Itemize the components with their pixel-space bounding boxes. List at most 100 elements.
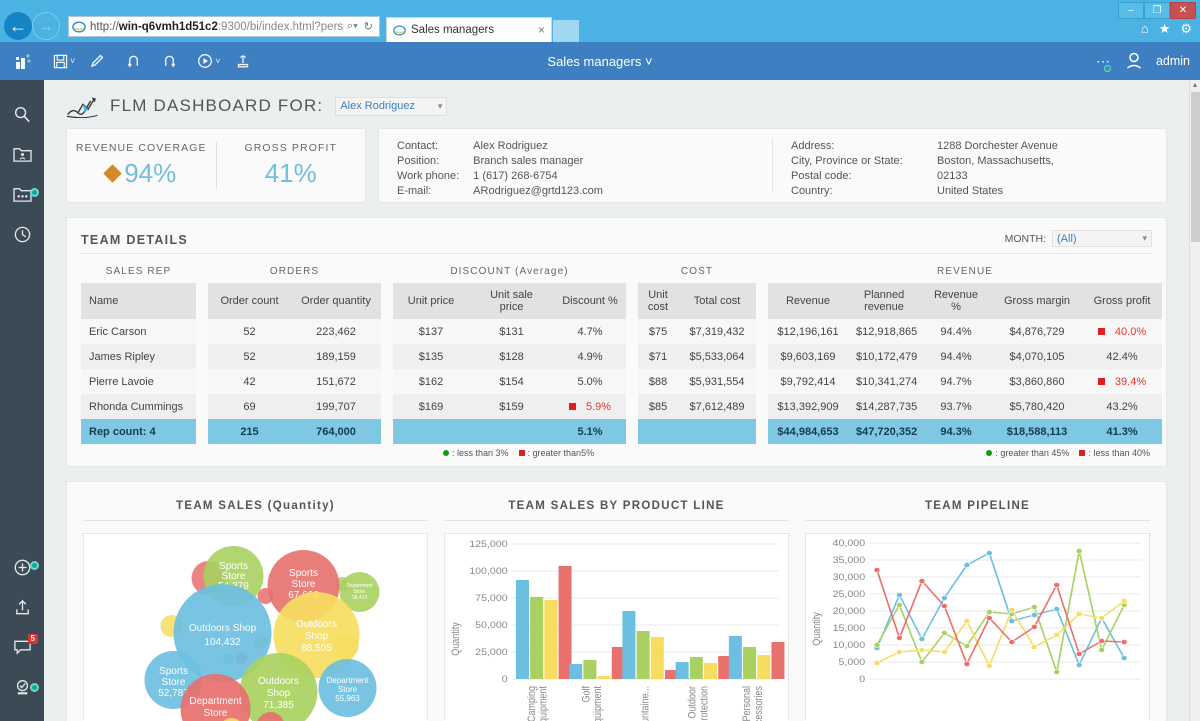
bar-chart[interactable]: Quantity 125,000 100,000 75,000 50,000 2… xyxy=(444,533,789,721)
column-header-planned-revenue[interactable]: Planned revenue xyxy=(848,283,920,319)
user-name-label[interactable]: admin xyxy=(1156,54,1190,68)
upload-icon[interactable] xyxy=(225,46,261,76)
table-row[interactable]: Eric Carson 52 223,462 $137 $131 4.7% $7… xyxy=(81,319,1162,344)
chevron-down-icon[interactable]: ▾ xyxy=(1142,233,1147,244)
spacer xyxy=(756,394,768,419)
cell-total-unit-cost xyxy=(638,419,678,444)
table-row[interactable]: James Ripley 52 189,159 $135 $128 4.9% $… xyxy=(81,344,1162,369)
info-value: 1 (617) 268-6754 xyxy=(473,169,603,184)
column-header-gross-margin[interactable]: Gross margin xyxy=(992,283,1082,319)
cell-gross-profit: 43.2% xyxy=(1082,394,1162,419)
window-minimize-button[interactable]: – xyxy=(1118,2,1144,19)
cell-unit-cost: $88 xyxy=(638,369,678,394)
chart-team-sales-quantity: TEAM SALES (Quantity) Sports Store xyxy=(75,494,436,721)
month-filter-select[interactable]: (All) ▾ xyxy=(1052,230,1152,247)
column-header-name[interactable]: Name xyxy=(81,283,196,319)
upload-icon[interactable] xyxy=(0,587,44,627)
charts-row: TEAM SALES (Quantity) Sports Store xyxy=(66,481,1167,721)
person-select[interactable]: Alex Rodriguez ▾ xyxy=(335,97,447,116)
redo-icon[interactable] xyxy=(151,46,187,76)
tab-close-icon[interactable]: × xyxy=(538,23,545,37)
run-icon[interactable] xyxy=(187,46,223,76)
search-icon[interactable] xyxy=(0,94,44,134)
pencil-icon[interactable] xyxy=(79,46,115,76)
info-key: Country: xyxy=(791,184,923,199)
discount-legend: : less than 3% : greater than5% xyxy=(443,448,594,458)
spacer xyxy=(196,394,208,419)
scroll-up-icon[interactable]: ▲ xyxy=(1190,80,1200,92)
bubble-label: Shop xyxy=(305,631,329,642)
table-row[interactable]: Pierre Lavoie 42 151,672 $162 $154 5.0% … xyxy=(81,369,1162,394)
cell-gross-profit-value: 40.0% xyxy=(1115,326,1146,338)
recent-icon[interactable] xyxy=(0,214,44,254)
spacer xyxy=(381,344,393,369)
user-avatar-icon[interactable] xyxy=(1124,51,1144,71)
cell-order-quantity: 189,159 xyxy=(291,344,381,369)
address-bar[interactable]: http://win-q6vmh1d51c2:9300/bi/index.htm… xyxy=(68,16,380,37)
back-button[interactable]: ← xyxy=(4,12,32,40)
home-icon[interactable]: ⌂ xyxy=(1141,22,1149,35)
content-scrollbar[interactable]: ▲ xyxy=(1189,80,1200,721)
chevron-down-icon[interactable]: ˅ xyxy=(645,54,653,69)
spacer xyxy=(756,319,768,344)
legend-item: : less than 3% xyxy=(443,448,509,458)
notifications-icon[interactable]: 5 xyxy=(0,627,44,667)
cell-total-gross-profit: 41.3% xyxy=(1082,419,1162,444)
new-tab-button[interactable] xyxy=(553,20,579,42)
table-row[interactable]: Rhonda Cummings 69 199,707 $169 $159 5.9… xyxy=(81,394,1162,419)
bubble-label: Outdoors Shop xyxy=(189,623,257,634)
column-header-discount-pct[interactable]: Discount % xyxy=(554,283,626,319)
cognos-logo-icon[interactable] xyxy=(6,46,42,76)
new-icon[interactable] xyxy=(0,547,44,587)
bubble-label: Sports xyxy=(159,666,188,677)
more-dots-icon[interactable]: ⋯ xyxy=(1096,53,1112,70)
column-header-order-quantity[interactable]: Order quantity xyxy=(291,283,381,319)
bubble-label: Department xyxy=(189,696,241,707)
chevron-down-icon[interactable]: ▾ xyxy=(438,101,443,112)
info-key: Work phone: xyxy=(397,169,459,184)
status-dot-icon xyxy=(30,683,39,692)
search-icon[interactable]: ⌕▾ xyxy=(344,20,361,33)
undo-icon[interactable] xyxy=(115,46,151,76)
column-header-revenue-pct[interactable]: Revenue % xyxy=(920,283,992,319)
team-details-table: SALES REP ORDERS DISCOUNT (Average) COST… xyxy=(81,258,1162,444)
group-sales-rep: SALES REP xyxy=(81,258,196,283)
scrollbar-thumb[interactable] xyxy=(1191,92,1200,242)
column-header-gross-profit[interactable]: Gross profit xyxy=(1082,283,1162,319)
team-content-icon[interactable] xyxy=(0,174,44,214)
column-header-total-cost[interactable]: Total cost xyxy=(678,283,756,319)
cell-revenue: $13,392,909 xyxy=(768,394,848,419)
y-tick: 20,000 xyxy=(833,607,866,617)
browser-tab[interactable]: Sales managers × xyxy=(386,17,552,42)
dashboard-title-menu[interactable]: Sales managers ˅ xyxy=(547,54,652,69)
team-details-header: TEAM DETAILS MONTH: (All) ▾ xyxy=(81,230,1152,247)
star-icon[interactable]: ★ xyxy=(1159,22,1171,35)
column-header-unit-price[interactable]: Unit price xyxy=(393,283,469,319)
bubble-chart[interactable]: Sports Store 54,379 Sports Store 67,666 … xyxy=(83,533,428,721)
legend-label: : greater than 45% xyxy=(995,448,1069,458)
legend-item: : greater than 45% xyxy=(986,448,1069,458)
column-header-order-count[interactable]: Order count xyxy=(208,283,291,319)
bubble-label: Store xyxy=(204,708,228,719)
column-header-unit-sale-price[interactable]: Unit sale price xyxy=(469,283,554,319)
window-close-button[interactable]: ✕ xyxy=(1170,2,1196,19)
cell-order-quantity: 199,707 xyxy=(291,394,381,419)
cell-planned-revenue: $12,918,865 xyxy=(848,319,920,344)
cell-revenue-pct: 94.4% xyxy=(920,344,992,369)
spacer xyxy=(381,419,393,444)
column-header-unit-cost[interactable]: Unit cost xyxy=(638,283,678,319)
forward-button[interactable]: → xyxy=(32,12,60,40)
window-maximize-button[interactable]: ❐ xyxy=(1144,2,1170,19)
switcher-icon[interactable] xyxy=(0,667,44,707)
column-header-revenue[interactable]: Revenue xyxy=(768,283,848,319)
my-content-icon[interactable] xyxy=(0,134,44,174)
tab-favicon-icon xyxy=(393,24,406,37)
cell-planned-revenue: $10,341,274 xyxy=(848,369,920,394)
gear-icon[interactable]: ⚙ xyxy=(1180,22,1192,35)
save-icon[interactable] xyxy=(42,46,78,76)
line-chart[interactable]: Quantity 40,000 35,000 30,000 25,000 20,… xyxy=(805,533,1150,721)
status-dot-icon xyxy=(1104,65,1111,72)
refresh-icon[interactable]: ↻ xyxy=(361,20,376,33)
cell-gross-profit: 39.4% xyxy=(1082,369,1162,394)
info-value: Branch sales manager xyxy=(473,154,603,169)
